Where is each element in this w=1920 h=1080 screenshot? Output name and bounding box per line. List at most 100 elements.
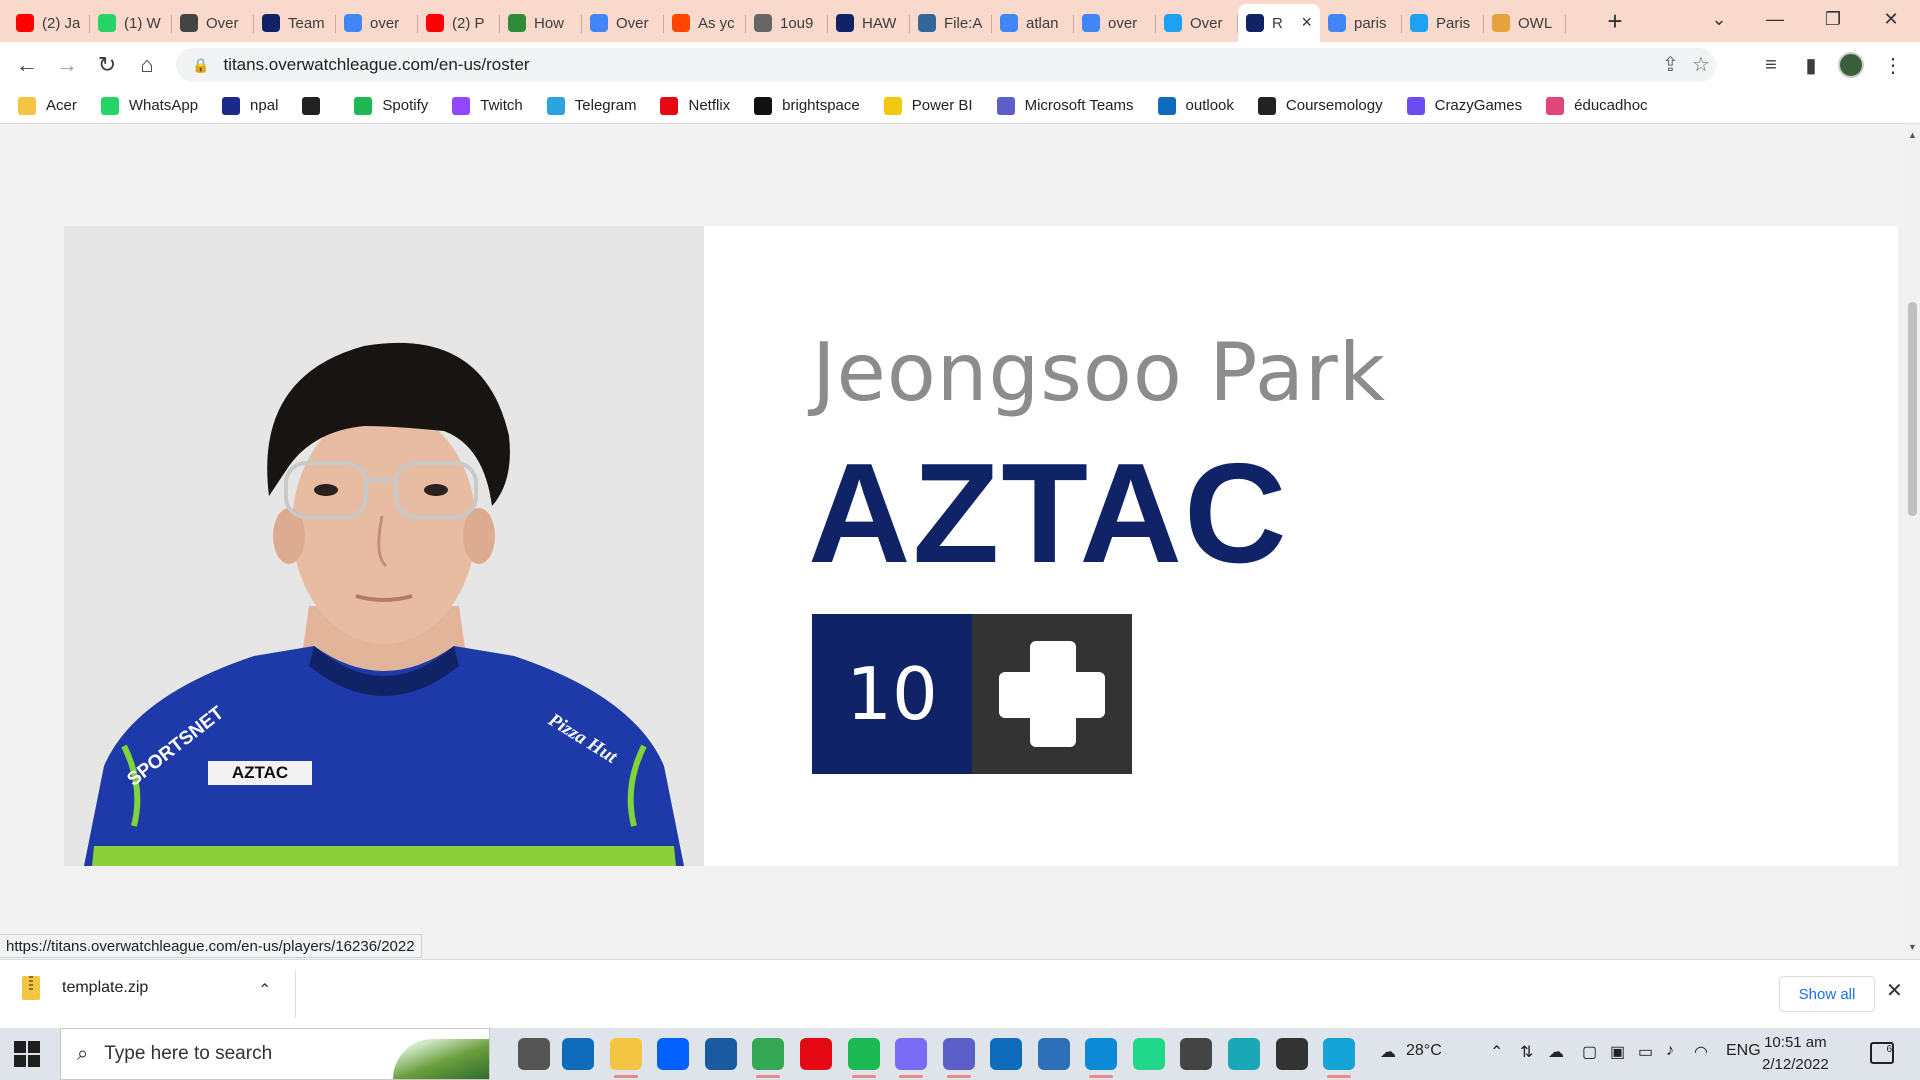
browser-tab[interactable]: Over <box>1156 6 1238 40</box>
address-url[interactable]: titans.overwatchleague.com/en-us/roster <box>223 55 529 75</box>
notification-center-icon[interactable]: 6 <box>1870 1042 1894 1064</box>
bookmark-item[interactable]: Telegram <box>546 96 636 115</box>
show-all-downloads-button[interactable]: Show all <box>1779 976 1875 1012</box>
bookmark-item[interactable]: npal <box>222 96 278 115</box>
new-tab-button[interactable]: + <box>1600 6 1630 36</box>
bookmark-item[interactable]: outlook <box>1157 96 1234 115</box>
unity-hub-icon[interactable] <box>1276 1038 1308 1070</box>
volume-icon[interactable]: ♪ <box>1666 1042 1674 1060</box>
close-download-bar-icon[interactable]: ✕ <box>1886 978 1903 1003</box>
scrollbar-thumb[interactable] <box>1908 302 1917 516</box>
browser-tab[interactable]: How <box>500 6 582 40</box>
browser-tab[interactable]: Paris <box>1402 6 1484 40</box>
edge-icon[interactable] <box>1085 1038 1117 1078</box>
bookmark-item[interactable]: WhatsApp <box>100 96 198 115</box>
home-button[interactable]: ⌂ <box>132 50 162 80</box>
download-filename[interactable]: template.zip <box>62 979 148 997</box>
browser-tab[interactable]: atlan <box>992 6 1074 40</box>
mail-icon[interactable] <box>562 1038 594 1070</box>
store-icon[interactable] <box>705 1038 737 1070</box>
side-panel-icon[interactable]: ▮ <box>1796 50 1826 80</box>
taskbar-clock[interactable]: 10:51 am 2/12/2022 <box>1762 1032 1829 1076</box>
bookmark-item[interactable]: Twitch <box>452 96 523 115</box>
browser-tab[interactable]: over <box>1074 6 1156 40</box>
page-scrollbar[interactable]: ▲ ▼ <box>1905 124 1920 959</box>
bookmark-item[interactable]: brightspace <box>754 96 860 115</box>
photos-icon[interactable] <box>1038 1038 1070 1070</box>
google-icon <box>1328 14 1346 32</box>
bookmark-item[interactable]: Microsoft Teams <box>996 96 1134 115</box>
weather-icon[interactable]: ☁ <box>1380 1042 1396 1062</box>
browser-tab[interactable]: HAW <box>828 6 910 40</box>
bookmark-item[interactable]: Power BI <box>883 96 973 115</box>
forward-button[interactable]: → <box>52 50 82 80</box>
taskbar-search-box[interactable]: ⌕ Type here to search <box>60 1028 490 1080</box>
tray-onedrive-icon[interactable]: ☁ <box>1548 1042 1564 1062</box>
input-language[interactable]: ENG <box>1726 1042 1761 1060</box>
back-button[interactable]: ← <box>12 50 42 80</box>
download-options-chevron-icon[interactable]: ⌃ <box>258 980 271 1000</box>
browser-tab[interactable]: As yc <box>664 6 746 40</box>
tray-overflow-chevron-icon[interactable]: ⌃ <box>1490 1042 1503 1062</box>
bookmark-item[interactable] <box>302 96 330 115</box>
bookmark-item[interactable]: Coursemology <box>1257 96 1383 115</box>
messenger-icon[interactable] <box>895 1038 927 1078</box>
player-card[interactable]: SPORTSNET AZTAC Pizza Hut Jeongsoo Park … <box>64 226 1898 866</box>
bookmark-item[interactable]: Acer <box>18 96 77 115</box>
share-icon[interactable]: ⇪ <box>1662 52 1679 77</box>
browser-tab[interactable]: Team <box>254 6 336 40</box>
taskbar-search-placeholder[interactable]: Type here to search <box>104 1043 272 1065</box>
browser-tab[interactable]: File:A <box>910 6 992 40</box>
bookmark-item[interactable]: Netflix <box>660 96 730 115</box>
profile-avatar[interactable] <box>1838 52 1864 78</box>
minimize-button[interactable]: — <box>1746 0 1804 38</box>
bookmark-item[interactable]: éducadhoc <box>1546 96 1648 115</box>
netflix-icon[interactable] <box>800 1038 832 1070</box>
pycharm-icon[interactable] <box>1133 1038 1165 1070</box>
owl-icon <box>1492 14 1510 32</box>
browser-tab[interactable]: (2) P <box>418 6 500 40</box>
unity-icon[interactable] <box>1180 1038 1212 1070</box>
restore-button[interactable]: ❐ <box>1804 0 1862 38</box>
edge-beta-icon[interactable] <box>1323 1038 1355 1078</box>
vscode-icon[interactable] <box>990 1038 1022 1070</box>
browser-tab[interactable]: R × <box>1238 4 1320 42</box>
address-bar[interactable]: 🔒 titans.overwatchleague.com/en-us/roste… <box>176 48 1716 82</box>
close-tab-icon[interactable]: × <box>1301 12 1312 33</box>
wifi-icon[interactable]: ◠ <box>1694 1042 1708 1062</box>
bookmarks-bar: Acer WhatsApp npal Spotify Twitch Telegram Net… <box>0 88 1920 124</box>
tray-meet-icon[interactable]: ▣ <box>1610 1042 1625 1062</box>
teams-icon[interactable] <box>943 1038 975 1078</box>
browser-tab[interactable]: Over <box>172 6 254 40</box>
browser-tab[interactable]: Over <box>582 6 664 40</box>
browser-tab[interactable]: 1ou9 <box>746 6 828 40</box>
maya-icon[interactable] <box>1228 1038 1260 1070</box>
battery-icon[interactable]: ▭ <box>1638 1042 1653 1062</box>
file-explorer-icon[interactable] <box>610 1038 642 1078</box>
tab-search-chevron-icon[interactable]: ⌄ <box>1690 0 1748 38</box>
download-item[interactable]: template.zip <box>22 976 148 1000</box>
spotify-icon[interactable] <box>848 1038 880 1078</box>
browser-tab[interactable]: over <box>336 6 418 40</box>
dropbox-icon[interactable] <box>657 1038 689 1070</box>
tab-label: Over <box>1190 14 1223 32</box>
reload-button[interactable]: ↻ <box>92 50 122 80</box>
browser-tab[interactable]: paris <box>1320 6 1402 40</box>
media-control-icon[interactable]: ≡ <box>1756 50 1786 80</box>
bookmark-item[interactable]: Spotify <box>354 96 428 115</box>
weather-temperature[interactable]: 28°C <box>1406 1042 1442 1060</box>
browser-tab[interactable]: OWL <box>1484 6 1566 40</box>
close-window-button[interactable]: ✕ <box>1862 0 1920 38</box>
windows-start-icon[interactable] <box>14 1041 40 1067</box>
browser-tab[interactable]: (1) W <box>90 6 172 40</box>
tray-network-icon[interactable]: ⇅ <box>1520 1042 1533 1062</box>
chrome-icon[interactable] <box>752 1038 784 1078</box>
scroll-down-arrow-icon[interactable]: ▼ <box>1908 942 1917 952</box>
task-view-icon[interactable] <box>518 1038 550 1070</box>
bookmark-item[interactable]: CrazyGames <box>1406 96 1522 115</box>
bookmark-star-icon[interactable]: ☆ <box>1692 52 1710 77</box>
scroll-up-arrow-icon[interactable]: ▲ <box>1908 130 1917 140</box>
tray-device-icon[interactable]: ▢ <box>1582 1042 1597 1062</box>
browser-tab[interactable]: (2) Ja <box>8 6 90 40</box>
menu-kebab-icon[interactable]: ⋮ <box>1878 50 1908 80</box>
